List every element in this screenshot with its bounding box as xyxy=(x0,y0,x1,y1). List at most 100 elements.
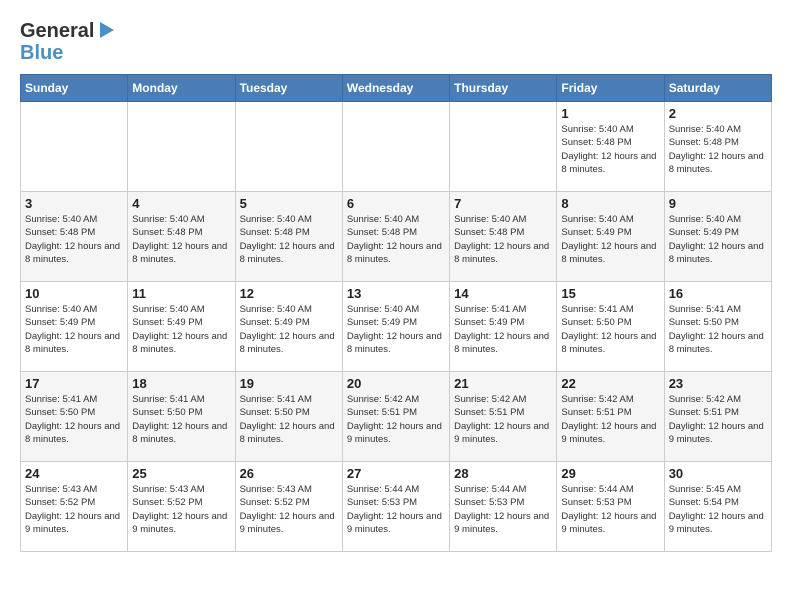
day-number: 12 xyxy=(240,286,338,301)
day-number: 24 xyxy=(25,466,123,481)
cell-content: Sunrise: 5:41 AM Sunset: 5:50 PM Dayligh… xyxy=(25,393,123,446)
calendar-cell: 3 Sunrise: 5:40 AM Sunset: 5:48 PM Daylig… xyxy=(21,192,128,282)
calendar-cell: 10 Sunrise: 5:40 AM Sunset: 5:49 PM Dayli… xyxy=(21,282,128,372)
calendar-cell: 2 Sunrise: 5:40 AM Sunset: 5:48 PM Daylig… xyxy=(664,102,771,192)
cell-content: Sunrise: 5:40 AM Sunset: 5:48 PM Dayligh… xyxy=(25,213,123,266)
calendar-cell: 19Sunrise: 5:41 AM Sunset: 5:50 PM Dayli… xyxy=(235,372,342,462)
weekday-thursday: Thursday xyxy=(450,75,557,102)
cell-content: Sunrise: 5:41 AM Sunset: 5:49 PM Dayligh… xyxy=(454,303,552,356)
calendar-cell xyxy=(235,102,342,192)
calendar-cell: 7 Sunrise: 5:40 AM Sunset: 5:48 PM Daylig… xyxy=(450,192,557,282)
calendar-cell: 23 Sunrise: 5:42 AM Sunset: 5:51 PM Dayli… xyxy=(664,372,771,462)
calendar-cell: 18 Sunrise: 5:41 AM Sunset: 5:50 PM Dayli… xyxy=(128,372,235,462)
calendar-cell: 29Sunrise: 5:44 AM Sunset: 5:53 PM Dayli… xyxy=(557,462,664,552)
logo-arrow-icon xyxy=(100,22,114,38)
logo-wrapper: General Blue xyxy=(20,20,114,64)
day-number: 8 xyxy=(561,196,659,211)
calendar-cell: 22Sunrise: 5:42 AM Sunset: 5:51 PM Dayli… xyxy=(557,372,664,462)
week-row-2: 3 Sunrise: 5:40 AM Sunset: 5:48 PM Daylig… xyxy=(21,192,772,282)
calendar-cell: 30 Sunrise: 5:45 AM Sunset: 5:54 PM Dayli… xyxy=(664,462,771,552)
day-number: 6 xyxy=(347,196,445,211)
cell-content: Sunrise: 5:40 AM Sunset: 5:48 PM Dayligh… xyxy=(669,123,767,176)
cell-content: Sunrise: 5:41 AM Sunset: 5:50 PM Dayligh… xyxy=(561,303,659,356)
cell-content: Sunrise: 5:40 AM Sunset: 5:49 PM Dayligh… xyxy=(132,303,230,356)
cell-content: Sunrise: 5:43 AM Sunset: 5:52 PM Dayligh… xyxy=(240,483,338,536)
calendar-cell: 28 Sunrise: 5:44 AM Sunset: 5:53 PM Dayli… xyxy=(450,462,557,552)
day-number: 10 xyxy=(25,286,123,301)
day-number: 30 xyxy=(669,466,767,481)
calendar-table: SundayMondayTuesdayWednesdayThursdayFrid… xyxy=(20,74,772,552)
calendar-cell: 6 Sunrise: 5:40 AM Sunset: 5:48 PM Daylig… xyxy=(342,192,449,282)
calendar-cell xyxy=(21,102,128,192)
day-number: 19 xyxy=(240,376,338,391)
day-number: 13 xyxy=(347,286,445,301)
day-number: 28 xyxy=(454,466,552,481)
cell-content: Sunrise: 5:40 AM Sunset: 5:48 PM Dayligh… xyxy=(454,213,552,266)
calendar-cell: 25Sunrise: 5:43 AM Sunset: 5:52 PM Dayli… xyxy=(128,462,235,552)
week-row-3: 10 Sunrise: 5:40 AM Sunset: 5:49 PM Dayli… xyxy=(21,282,772,372)
weekday-tuesday: Tuesday xyxy=(235,75,342,102)
calendar-cell: 26 Sunrise: 5:43 AM Sunset: 5:52 PM Dayli… xyxy=(235,462,342,552)
weekday-wednesday: Wednesday xyxy=(342,75,449,102)
day-number: 17 xyxy=(25,376,123,391)
calendar-cell: 15Sunrise: 5:41 AM Sunset: 5:50 PM Dayli… xyxy=(557,282,664,372)
cell-content: Sunrise: 5:42 AM Sunset: 5:51 PM Dayligh… xyxy=(454,393,552,446)
calendar-cell: 9 Sunrise: 5:40 AM Sunset: 5:49 PM Daylig… xyxy=(664,192,771,282)
day-number: 21 xyxy=(454,376,552,391)
day-number: 20 xyxy=(347,376,445,391)
calendar-cell: 24 Sunrise: 5:43 AM Sunset: 5:52 PM Dayli… xyxy=(21,462,128,552)
weekday-saturday: Saturday xyxy=(664,75,771,102)
day-number: 16 xyxy=(669,286,767,301)
day-number: 23 xyxy=(669,376,767,391)
cell-content: Sunrise: 5:40 AM Sunset: 5:49 PM Dayligh… xyxy=(561,213,659,266)
day-number: 29 xyxy=(561,466,659,481)
logo-general-text: General xyxy=(20,20,94,42)
cell-content: Sunrise: 5:44 AM Sunset: 5:53 PM Dayligh… xyxy=(454,483,552,536)
cell-content: Sunrise: 5:41 AM Sunset: 5:50 PM Dayligh… xyxy=(132,393,230,446)
calendar-cell: 12 Sunrise: 5:40 AM Sunset: 5:49 PM Dayli… xyxy=(235,282,342,372)
calendar-cell: 17 Sunrise: 5:41 AM Sunset: 5:50 PM Dayli… xyxy=(21,372,128,462)
calendar-cell xyxy=(342,102,449,192)
cell-content: Sunrise: 5:40 AM Sunset: 5:48 PM Dayligh… xyxy=(132,213,230,266)
cell-content: Sunrise: 5:43 AM Sunset: 5:52 PM Dayligh… xyxy=(25,483,123,536)
day-number: 9 xyxy=(669,196,767,211)
calendar-cell: 4 Sunrise: 5:40 AM Sunset: 5:48 PM Daylig… xyxy=(128,192,235,282)
calendar-cell: 21 Sunrise: 5:42 AM Sunset: 5:51 PM Dayli… xyxy=(450,372,557,462)
calendar-cell: 11 Sunrise: 5:40 AM Sunset: 5:49 PM Dayli… xyxy=(128,282,235,372)
day-number: 4 xyxy=(132,196,230,211)
day-number: 7 xyxy=(454,196,552,211)
calendar-body: 1 Sunrise: 5:40 AM Sunset: 5:48 PM Daylig… xyxy=(21,102,772,552)
cell-content: Sunrise: 5:40 AM Sunset: 5:49 PM Dayligh… xyxy=(25,303,123,356)
cell-content: Sunrise: 5:42 AM Sunset: 5:51 PM Dayligh… xyxy=(669,393,767,446)
cell-content: Sunrise: 5:40 AM Sunset: 5:48 PM Dayligh… xyxy=(561,123,659,176)
calendar-cell: 14Sunrise: 5:41 AM Sunset: 5:49 PM Dayli… xyxy=(450,282,557,372)
cell-content: Sunrise: 5:40 AM Sunset: 5:48 PM Dayligh… xyxy=(240,213,338,266)
day-number: 11 xyxy=(132,286,230,301)
cell-content: Sunrise: 5:40 AM Sunset: 5:48 PM Dayligh… xyxy=(347,213,445,266)
calendar-cell: 20 Sunrise: 5:42 AM Sunset: 5:51 PM Dayli… xyxy=(342,372,449,462)
cell-content: Sunrise: 5:40 AM Sunset: 5:49 PM Dayligh… xyxy=(240,303,338,356)
logo-blue-text: Blue xyxy=(20,42,114,64)
cell-content: Sunrise: 5:45 AM Sunset: 5:54 PM Dayligh… xyxy=(669,483,767,536)
weekday-header-row: SundayMondayTuesdayWednesdayThursdayFrid… xyxy=(21,75,772,102)
day-number: 2 xyxy=(669,106,767,121)
day-number: 18 xyxy=(132,376,230,391)
calendar-cell xyxy=(128,102,235,192)
cell-content: Sunrise: 5:42 AM Sunset: 5:51 PM Dayligh… xyxy=(347,393,445,446)
calendar-cell: 27 Sunrise: 5:44 AM Sunset: 5:53 PM Dayli… xyxy=(342,462,449,552)
calendar-cell: 16Sunrise: 5:41 AM Sunset: 5:50 PM Dayli… xyxy=(664,282,771,372)
cell-content: Sunrise: 5:44 AM Sunset: 5:53 PM Dayligh… xyxy=(347,483,445,536)
day-number: 1 xyxy=(561,106,659,121)
day-number: 3 xyxy=(25,196,123,211)
day-number: 26 xyxy=(240,466,338,481)
cell-content: Sunrise: 5:40 AM Sunset: 5:49 PM Dayligh… xyxy=(669,213,767,266)
weekday-monday: Monday xyxy=(128,75,235,102)
day-number: 5 xyxy=(240,196,338,211)
calendar-cell: 5 Sunrise: 5:40 AM Sunset: 5:48 PM Daylig… xyxy=(235,192,342,282)
week-row-5: 24 Sunrise: 5:43 AM Sunset: 5:52 PM Dayli… xyxy=(21,462,772,552)
week-row-4: 17 Sunrise: 5:41 AM Sunset: 5:50 PM Dayli… xyxy=(21,372,772,462)
weekday-friday: Friday xyxy=(557,75,664,102)
week-row-1: 1 Sunrise: 5:40 AM Sunset: 5:48 PM Daylig… xyxy=(21,102,772,192)
day-number: 27 xyxy=(347,466,445,481)
cell-content: Sunrise: 5:43 AM Sunset: 5:52 PM Dayligh… xyxy=(132,483,230,536)
